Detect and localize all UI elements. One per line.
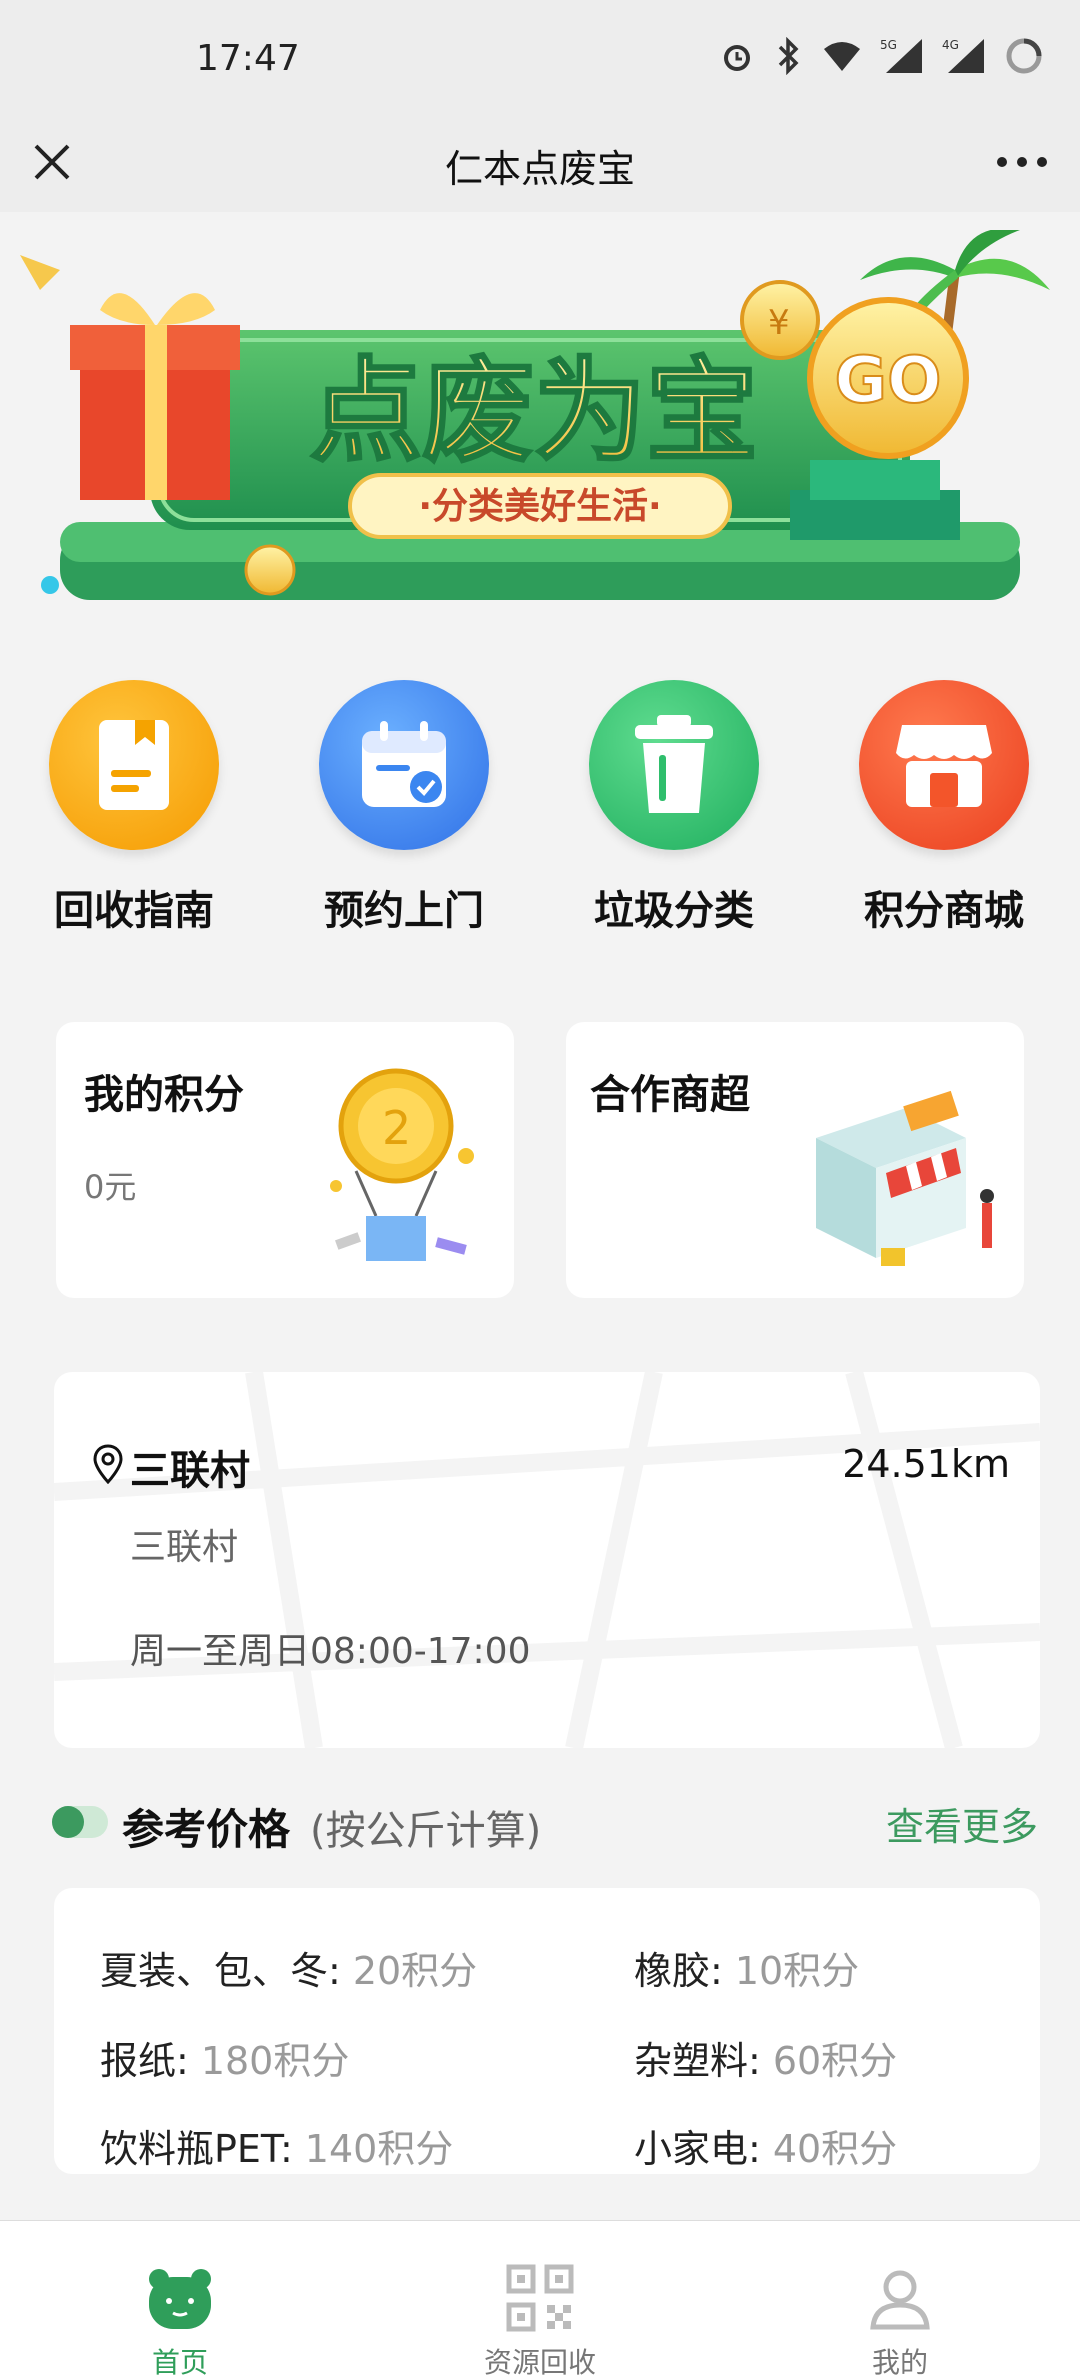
price-subtitle: (按公斤计算) xyxy=(310,1808,542,1854)
nav-item-home[interactable]: 首页 xyxy=(80,2221,280,2376)
menu-label: 垃圾分类 xyxy=(594,888,754,934)
coin-balloon-icon: 2 xyxy=(330,1068,474,1261)
menu-item-points-mall[interactable]: 积分商城 xyxy=(834,680,1054,936)
nav-item-recycle[interactable]: 资源回收 xyxy=(440,2221,640,2376)
price-item: 报纸: 180积分 xyxy=(100,2030,349,2085)
nav-label: 首页 xyxy=(151,2346,208,2376)
store-illustration-icon xyxy=(816,1090,994,1266)
go-text: GO xyxy=(835,344,942,418)
price-item-name: 杂塑料: xyxy=(634,2039,761,2083)
bluetooth-icon xyxy=(774,36,804,79)
my-points-card[interactable]: 我的积分 0元 2 xyxy=(56,1022,514,1298)
shop-icon xyxy=(859,680,1029,850)
banner-headline: 点废为宝 xyxy=(310,347,758,477)
signal-5g-icon: 5G xyxy=(880,37,924,79)
price-item: 杂塑料: 60积分 xyxy=(634,2030,897,2085)
price-section-header: 参考价格 (按公斤计算) 查看更多 xyxy=(52,1790,1038,1856)
price-item-value: 180积分 xyxy=(200,2039,350,2083)
status-time: 17:47 xyxy=(196,38,300,79)
qr-code-icon xyxy=(506,2264,574,2332)
svg-text:¥: ¥ xyxy=(768,303,790,343)
price-item-name: 饮料瓶PET: xyxy=(100,2127,293,2171)
station-hours: 周一至周日08:00-17:00 xyxy=(130,1631,531,1672)
price-item-value: 20积分 xyxy=(352,1949,478,1993)
loading-icon xyxy=(1004,36,1044,80)
status-icons: 5G 4G xyxy=(718,36,1044,80)
menu-item-waste-sorting[interactable]: 垃圾分类 xyxy=(564,680,784,936)
price-item-value: 140积分 xyxy=(304,2127,454,2171)
partner-supermarket-card[interactable]: 合作商超 xyxy=(566,1022,1024,1298)
status-bar: 17:47 5G 4G xyxy=(0,0,1080,112)
station-distance: 24.51km xyxy=(842,1442,1010,1486)
trash-icon xyxy=(589,680,759,850)
title-bar: 仁本点废宝 xyxy=(0,112,1080,212)
price-item-value: 40积分 xyxy=(772,2127,898,2171)
price-item-name: 报纸: xyxy=(100,2039,189,2083)
more-dots-icon xyxy=(997,157,1047,167)
location-pin-icon xyxy=(93,1444,123,1484)
station-name: 三联村 xyxy=(130,1448,250,1494)
menu-item-recycle-guide[interactable]: 回收指南 xyxy=(24,680,244,936)
nav-label: 我的 xyxy=(871,2346,928,2376)
svg-text:2: 2 xyxy=(382,1101,411,1155)
station-address: 三联村 xyxy=(130,1527,239,1568)
price-list-card: 夏装、包、冬: 20积分 橡胶: 10积分 报纸: 180积分 杂塑料: 60积分 饮料… xyxy=(54,1888,1040,2174)
calendar-icon xyxy=(319,680,489,850)
quick-menu: 回收指南 预约上门 垃圾分类 积分商城 xyxy=(0,680,1080,960)
more-button[interactable] xyxy=(992,142,1052,182)
gift-box-icon xyxy=(20,255,240,500)
nav-item-mine[interactable]: 我的 xyxy=(800,2221,1000,2376)
price-item-value: 10积分 xyxy=(734,1949,860,1993)
price-item-name: 橡胶: xyxy=(634,1949,723,1993)
bottom-nav: 首页 资源回收 我的 xyxy=(0,2220,1080,2376)
price-item-value: 60积分 xyxy=(772,2039,898,2083)
points-title: 我的积分 xyxy=(84,1072,244,1118)
wifi-icon xyxy=(822,39,862,77)
points-value: 0元 xyxy=(84,1168,137,1206)
menu-item-appointment[interactable]: 预约上门 xyxy=(294,680,514,936)
price-item: 小家电: 40积分 xyxy=(634,2118,897,2173)
svg-text:4G: 4G xyxy=(942,38,959,52)
profile-icon xyxy=(870,2270,930,2330)
price-item-name: 夏装、包、冬: xyxy=(100,1949,341,1993)
nav-label: 资源回收 xyxy=(483,2346,596,2376)
promo-banner[interactable]: ¥ 点废为宝 ·分类美好生活· GO xyxy=(20,228,1060,620)
guide-icon xyxy=(49,680,219,850)
signal-4g-icon: 4G xyxy=(942,37,986,79)
recycle-station-card[interactable]: 三联村 24.51km 三联村 周一至周日08:00-17:00 xyxy=(54,1372,1040,1748)
price-item: 橡胶: 10积分 xyxy=(634,1940,859,1995)
partner-title: 合作商超 xyxy=(590,1072,750,1118)
svg-text:5G: 5G xyxy=(880,38,897,52)
price-item-name: 小家电: xyxy=(634,2127,761,2171)
toggle-icon xyxy=(52,1806,108,1838)
price-item: 夏装、包、冬: 20积分 xyxy=(100,1940,477,1995)
price-item: 饮料瓶PET: 140积分 xyxy=(100,2118,453,2173)
banner-slogan: ·分类美好生活· xyxy=(418,486,661,527)
bear-home-icon xyxy=(149,2269,211,2329)
page-title: 仁本点废宝 xyxy=(444,147,635,191)
view-more-link[interactable]: 查看更多 xyxy=(886,1796,1038,1851)
menu-label: 预约上门 xyxy=(324,888,484,934)
alarm-icon xyxy=(718,37,756,79)
price-title: 参考价格 xyxy=(122,1805,291,1854)
menu-label: 回收指南 xyxy=(54,888,214,934)
menu-label: 积分商城 xyxy=(864,888,1024,934)
